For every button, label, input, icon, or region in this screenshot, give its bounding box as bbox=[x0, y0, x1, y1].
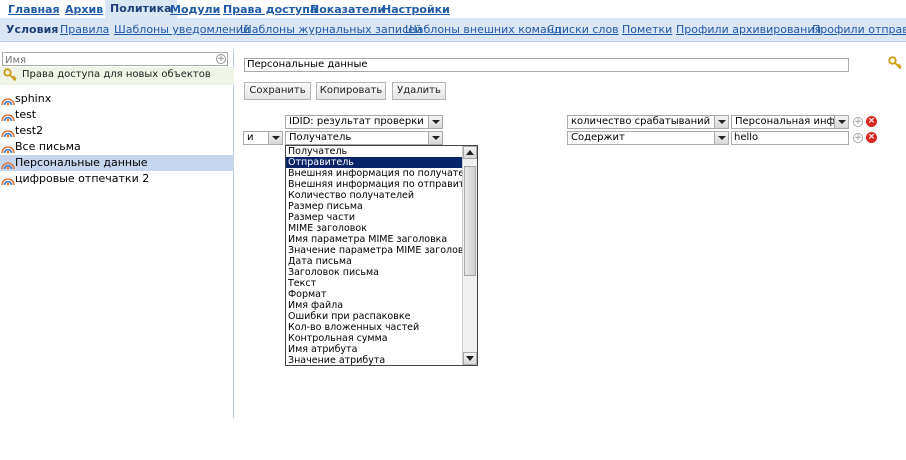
policy-icon bbox=[1, 162, 15, 170]
tab-journal-templates[interactable]: Шаблоны журнальных записей bbox=[240, 23, 422, 36]
row2-field-value: Получатель bbox=[289, 132, 352, 143]
left-panel: + Права доступа для новых объектов sphin… bbox=[0, 50, 234, 418]
condition-tree: sphinx test test2 Все письма Персональны… bbox=[0, 91, 234, 187]
tree-item-all-letters[interactable]: Все письма bbox=[0, 139, 234, 155]
nav-access-rights[interactable]: Права доступа bbox=[223, 3, 317, 16]
access-rights-row[interactable]: Права доступа для новых объектов bbox=[0, 67, 234, 85]
tree-item-label: test bbox=[15, 108, 37, 121]
add-condition-icon[interactable]: + bbox=[853, 133, 863, 143]
scroll-down-icon[interactable] bbox=[463, 352, 477, 365]
nav-policy[interactable]: Политика bbox=[105, 0, 177, 18]
policy-icon bbox=[1, 146, 15, 154]
delete-condition-icon[interactable]: × bbox=[866, 116, 877, 127]
tab-sending-profiles[interactable]: Профили отправки bbox=[812, 23, 906, 36]
row2-operator-value: Содержит bbox=[571, 132, 625, 143]
policy-icon bbox=[1, 130, 15, 138]
option-letter-header[interactable]: Заголовок письма bbox=[286, 267, 462, 278]
option-checksum[interactable]: Контрольная сумма bbox=[286, 333, 462, 344]
save-button[interactable]: Сохранить bbox=[244, 82, 311, 100]
chevron-down-icon[interactable] bbox=[428, 116, 442, 128]
row1-operator-value: количество срабатываний боль bbox=[571, 116, 729, 127]
sub-nav: Условия Правила Шаблоны уведомлений Шабл… bbox=[0, 18, 906, 42]
option-attribute-value[interactable]: Значение атрибута bbox=[286, 355, 462, 365]
row2-operator-select[interactable]: Содержит bbox=[567, 131, 729, 145]
option-unpack-errors[interactable]: Ошибки при распаковке bbox=[286, 311, 462, 322]
nav-modules[interactable]: Модули bbox=[170, 3, 220, 16]
scroll-thumb[interactable] bbox=[464, 166, 476, 276]
key-icon bbox=[3, 68, 17, 82]
option-attribute-name[interactable]: Имя атрибута bbox=[286, 344, 462, 355]
tab-notification-templates[interactable]: Шаблоны уведомлений bbox=[114, 23, 250, 36]
row2-logic-select[interactable]: и bbox=[243, 131, 283, 145]
option-format[interactable]: Формат bbox=[286, 289, 462, 300]
add-icon[interactable]: + bbox=[216, 54, 226, 64]
option-external-info-recipient[interactable]: Внешняя информация по получателю bbox=[286, 168, 462, 179]
scroll-up-icon[interactable] bbox=[463, 146, 477, 159]
nav-indicators[interactable]: Показатели bbox=[310, 3, 385, 16]
tab-conditions[interactable]: Условия bbox=[6, 23, 58, 36]
delete-condition-icon[interactable]: × bbox=[866, 132, 877, 143]
tree-item-label: sphinx bbox=[15, 92, 52, 105]
policy-icon bbox=[1, 98, 15, 106]
row1-operator-select[interactable]: количество срабатываний боль bbox=[567, 115, 729, 129]
nav-archive[interactable]: Архив bbox=[65, 3, 103, 16]
copy-button[interactable]: Копировать bbox=[316, 82, 386, 100]
row1-value-value: Персональная информ bbox=[735, 116, 849, 127]
option-mime-param-value[interactable]: Значение параметра MIME заголовка bbox=[286, 245, 462, 256]
field-dropdown-list[interactable]: Получатель Отправитель Внешняя информаци… bbox=[285, 145, 478, 366]
tree-item-test2[interactable]: test2 bbox=[0, 123, 234, 139]
tree-item-sphinx[interactable]: sphinx bbox=[0, 91, 234, 107]
option-part-size[interactable]: Размер части bbox=[286, 212, 462, 223]
option-external-info-sender[interactable]: Внешняя информация по отправителю bbox=[286, 179, 462, 190]
chevron-down-icon[interactable] bbox=[714, 116, 728, 128]
tab-archiving-profiles[interactable]: Профили архивирования bbox=[676, 23, 821, 36]
chevron-down-icon[interactable] bbox=[834, 116, 848, 128]
tree-item-label: цифровые отпечатки 2 bbox=[15, 172, 150, 185]
tree-item-digital-fingerprints-2[interactable]: цифровые отпечатки 2 bbox=[0, 171, 234, 187]
chevron-down-icon[interactable] bbox=[268, 132, 282, 144]
chevron-down-icon[interactable] bbox=[428, 132, 442, 144]
top-nav: Главная Архив Политика Модули Права дост… bbox=[0, 0, 906, 18]
option-recipient[interactable]: Получатель bbox=[286, 146, 462, 157]
option-letter-size[interactable]: Размер письма bbox=[286, 201, 462, 212]
nav-home[interactable]: Главная bbox=[8, 3, 60, 16]
option-mime-header[interactable]: MIME заголовок bbox=[286, 223, 462, 234]
option-letter-date[interactable]: Дата письма bbox=[286, 256, 462, 267]
dropdown-scrollbar[interactable] bbox=[462, 146, 477, 365]
chevron-down-icon[interactable] bbox=[714, 132, 728, 144]
tree-item-label: test2 bbox=[15, 124, 44, 137]
tree-item-label: Все письма bbox=[15, 140, 81, 153]
row1-field-value: IDID: результат проверки bbox=[289, 116, 424, 127]
option-file-name[interactable]: Имя файла bbox=[286, 300, 462, 311]
row2-value-input[interactable]: hello bbox=[731, 131, 849, 145]
tree-item-label: Персональные данные bbox=[15, 156, 148, 169]
tree-item-personal-data[interactable]: Персональные данные bbox=[0, 155, 234, 171]
option-mime-param-name[interactable]: Имя параметра MIME заголовка bbox=[286, 234, 462, 245]
nav-settings[interactable]: Настройки bbox=[382, 3, 450, 16]
policy-icon bbox=[1, 114, 15, 122]
name-search-input[interactable] bbox=[3, 54, 203, 67]
option-text[interactable]: Текст bbox=[286, 278, 462, 289]
row2-logic-value: и bbox=[247, 132, 254, 143]
access-rights-label: Права доступа для новых объектов bbox=[22, 69, 211, 80]
tab-marks[interactable]: Пометки bbox=[622, 23, 672, 36]
search-box: + bbox=[2, 52, 228, 67]
dropdown-options: Получатель Отправитель Внешняя информаци… bbox=[286, 146, 462, 365]
add-condition-icon[interactable]: + bbox=[853, 117, 863, 127]
tab-external-command-templates[interactable]: Шаблоны внешних команд bbox=[405, 23, 562, 36]
tree-item-test[interactable]: test bbox=[0, 107, 234, 123]
option-recipients-count[interactable]: Количество получателей bbox=[286, 190, 462, 201]
row1-value-select[interactable]: Персональная информ bbox=[731, 115, 849, 129]
condition-name-input[interactable]: Персональные данные bbox=[244, 58, 849, 72]
tab-word-lists[interactable]: Списки слов bbox=[547, 23, 619, 36]
tab-rules[interactable]: Правила bbox=[60, 23, 109, 36]
policy-icon bbox=[1, 178, 15, 186]
option-nested-parts-count[interactable]: Кол-во вложенных частей bbox=[286, 322, 462, 333]
delete-button[interactable]: Удалить bbox=[392, 82, 446, 100]
row2-field-select[interactable]: Получатель bbox=[285, 131, 443, 145]
row1-field-select[interactable]: IDID: результат проверки bbox=[285, 115, 443, 129]
option-sender[interactable]: Отправитель bbox=[286, 157, 462, 168]
key-icon[interactable] bbox=[888, 56, 902, 70]
